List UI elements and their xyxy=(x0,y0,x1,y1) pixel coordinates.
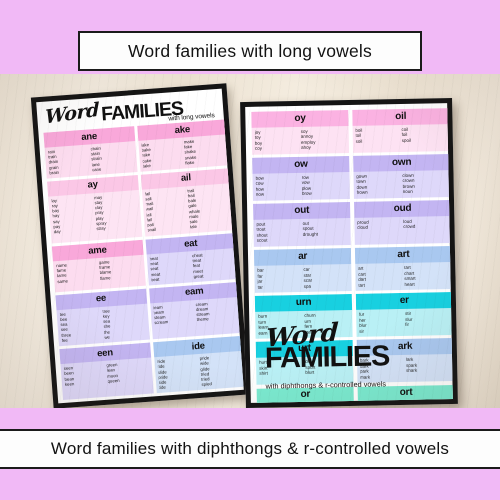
poster-left-title-word: Word xyxy=(45,98,99,129)
word-family-block: ee tee tree bee key sea sea see she three the fee we xyxy=(55,288,150,347)
word-list: lay may ray stay bay clay hay pray say play pay spr… xyxy=(48,190,141,238)
poster-right-inner: oy joy soy toy annoy boy employ coy ahoy oil boil c… xyxy=(245,103,453,403)
word-family-title: ow xyxy=(252,156,350,174)
word-list: heat cheat neat treat seat feat meat meet beat gr… xyxy=(146,248,239,286)
word-item: tar xyxy=(257,284,263,290)
poster-left-inner: Word FAMILIES with long vowels ane rain ch… xyxy=(36,89,244,404)
word-family-title: urn xyxy=(254,294,353,312)
word-list: bar car far star jar scar tar spa xyxy=(254,264,352,293)
poster-right-subtitle: with diphthongs & r-controlled vowels xyxy=(265,379,387,391)
word-family-title: own xyxy=(352,154,451,172)
word-list: seen green been lean bean moon keen queen xyxy=(60,358,152,390)
top-banner-text: Word families with long vowels xyxy=(128,40,372,61)
word-list: fail trail sail frail mail bale wail gale jail wh… xyxy=(141,183,235,237)
poster-right-header: Word FAMILIES with diphthongs & r-contro… xyxy=(257,312,423,395)
top-banner: Word families with long vowels xyxy=(78,31,422,71)
bottom-banner-text: Word families with diphthongs & r-contro… xyxy=(50,439,450,458)
word-list: sportcaughtfortfoughtwarttaughtboughtbro… xyxy=(358,400,453,403)
word-family-block: een seen green been lean bean moon keen queen xyxy=(59,342,154,401)
word-family-title: ar xyxy=(253,248,352,266)
word-item: spoil xyxy=(401,137,412,143)
word-family-block: ar bar car far star jar scar tar spa xyxy=(253,248,352,293)
word-family-block: own gown clown town crown down brown frown noun xyxy=(352,154,451,199)
word-item: spa xyxy=(303,283,312,289)
word-list: gown clown town crown down brown frown noun xyxy=(353,170,451,199)
word-family-block: art art tart cart chart dart smart tart heart xyxy=(354,246,453,291)
word-list: joy soy toy annoy boy employ coy ahoy xyxy=(252,126,350,155)
word-family-block: ane rain chain train stain drain strain grain la… xyxy=(43,126,138,179)
word-item: coy xyxy=(254,145,263,152)
word-item: brow xyxy=(301,191,312,197)
word-list: pout out trout spout shout drought scout xyxy=(253,218,351,247)
word-family-block: eat heat cheat neat treat seat feat meat meet bea… xyxy=(145,232,239,286)
word-family-block: ow bow row cow vow how plow now brow xyxy=(252,156,351,201)
word-family-block: ame name game fame frame tame blame same flame xyxy=(51,239,146,293)
word-item: drought xyxy=(302,231,319,237)
word-list: rain chain train stain drain strain grain lane b… xyxy=(45,141,138,179)
word-family-block: eam team cream beam dream steam stream scream th… xyxy=(148,281,243,340)
word-list: name game fame frame tame blame same flame xyxy=(53,255,145,287)
bottom-banner: Word families with diphthongs & r-contro… xyxy=(0,429,500,469)
word-item: tart xyxy=(358,282,365,288)
word-item: crowd xyxy=(403,224,416,230)
word-list: lake make bake fake rake shake cake snake take fl… xyxy=(138,134,231,172)
word-item: now xyxy=(255,191,265,198)
poster-left-block-grid: ane rain chain train stain drain strain grain la… xyxy=(43,119,244,404)
word-item: noun xyxy=(402,189,413,195)
word-list: boil coil toil foil soil spoil xyxy=(352,124,450,147)
poster-long-vowels: Word FAMILIES with long vowels ane rain ch… xyxy=(30,83,250,408)
word-item: ahoy xyxy=(301,144,311,151)
word-item: heart xyxy=(404,281,415,287)
word-list: proud loud cloud crowd xyxy=(354,216,452,233)
word-item: caught xyxy=(407,402,453,403)
word-family-block: oy joy soy toy annoy boy employ coy ahoy xyxy=(251,109,350,155)
word-family-block: ay lay may ray stay bay clay hay pray say play pay s… xyxy=(47,174,142,244)
word-item: frown xyxy=(356,189,368,196)
word-family-block: out pout out trout spout shout drought scout xyxy=(253,202,352,247)
word-family-block: ide hide pride ride wide slide glide pride tried… xyxy=(152,335,244,394)
word-item: soil xyxy=(355,138,363,144)
word-item: scout xyxy=(256,238,268,244)
word-family-block: oil boil coil toil foil soil spoil xyxy=(352,108,451,153)
word-family-title: out xyxy=(253,202,351,220)
word-list: hide pride ride wide slide glide pride tried sid… xyxy=(154,351,244,394)
word-family-title: oy xyxy=(251,109,349,128)
word-family-block: ake lake make bake fake rake shake cake snake tak… xyxy=(136,119,231,172)
poster-diphthongs: oy joy soy toy annoy boy employ coy ahoy oil boil c… xyxy=(240,97,458,408)
word-list: team cream beam dream steam stream scream theme xyxy=(150,297,242,329)
word-family-title: oil xyxy=(352,108,450,126)
word-list: art tart cart chart dart smart tart heart xyxy=(355,262,453,291)
word-family-title: art xyxy=(354,246,453,264)
product-photo: Word FAMILIES with long vowels ane rain ch… xyxy=(0,74,500,408)
word-list: bow row cow vow how plow now brow xyxy=(252,172,350,201)
word-family-block: oud proud loud cloud crowd xyxy=(353,200,452,245)
word-family-title: er xyxy=(355,292,453,311)
word-item: cloud xyxy=(357,225,369,231)
word-family-title: oud xyxy=(353,200,452,218)
word-list: tee tree bee key sea sea see she three the fee we xyxy=(56,303,149,346)
word-family-block: ail fail trail sail frail mail bale wail gale jai… xyxy=(140,168,236,237)
